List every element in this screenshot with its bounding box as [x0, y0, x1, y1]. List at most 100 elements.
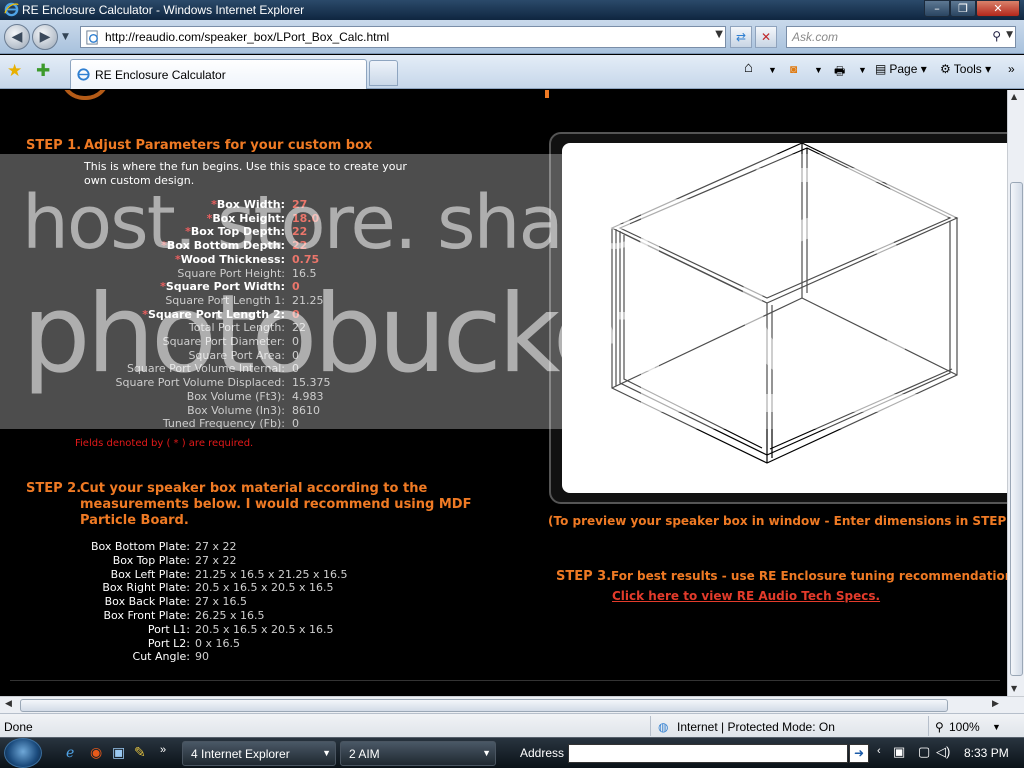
- back-button[interactable]: ◀: [4, 24, 30, 50]
- cut-label: Box Right Plate:: [102, 581, 190, 595]
- security-zone[interactable]: Internet | Protected Mode: On: [677, 720, 835, 734]
- step2-heading-line3: Particle Board.: [80, 513, 189, 528]
- command-bar: ★ ✚ RE Enclosure Calculator ⌂ ▼ ◙ ▼ 🖶 ▼ …: [0, 55, 1024, 89]
- required-note: Fields denoted by ( * ) are required.: [75, 438, 254, 449]
- scroll-up-icon[interactable]: ▲: [1011, 92, 1017, 101]
- watermark-tagline: host. store. share.: [22, 180, 656, 266]
- cut-label: Box Front Plate:: [103, 609, 190, 622]
- cut-value: 20.5 x 16.5 x 20.5 x 16.5: [195, 581, 334, 595]
- tray-expand-icon[interactable]: ‹: [877, 745, 881, 757]
- tray-network-icon[interactable]: ▣: [893, 744, 905, 760]
- taskbar-address-label: Address: [520, 746, 565, 760]
- status-divider: [650, 716, 651, 736]
- search-dropdown-icon[interactable]: ▼: [1006, 30, 1013, 40]
- add-favorite-icon[interactable]: ✚: [36, 61, 50, 81]
- page-menu[interactable]: ▤ Page ▾: [875, 62, 927, 76]
- taskbar-go-icon[interactable]: ➜: [849, 744, 869, 763]
- forward-button[interactable]: ▶: [32, 24, 58, 50]
- footer-divider: [10, 680, 1000, 681]
- maximize-button[interactable]: ❐: [950, 0, 976, 17]
- cut-row: Box Front Plate: 26.25 x 16.5: [0, 609, 400, 623]
- cut-value: 90: [195, 650, 209, 664]
- taskbar-ie-dropdown-icon: ▼: [322, 748, 331, 758]
- horizontal-scrollbar[interactable]: ◀ ▶: [0, 696, 1024, 713]
- page-menu-label: Page: [889, 62, 918, 76]
- cut-row: Port L1: 20.5 x 16.5 x 20.5 x 16.5: [0, 623, 400, 637]
- scroll-right-icon[interactable]: ▶: [992, 699, 999, 709]
- favorites-star-icon[interactable]: ★: [7, 61, 22, 81]
- zoom-level[interactable]: 100%: [949, 720, 980, 734]
- taskbar-address-input[interactable]: [568, 744, 848, 763]
- step3-heading: For best results - use RE Enclosure tuni…: [611, 569, 1007, 583]
- cut-row: Box Left Plate: 21.25 x 16.5 x 21.25 x 16…: [0, 568, 400, 582]
- orange-marker: [545, 90, 549, 98]
- window-title: RE Enclosure Calculator - Windows Intern…: [22, 3, 305, 17]
- cut-value: 27 x 22: [195, 553, 237, 567]
- internet-explorer-icon: [4, 2, 19, 17]
- print-icon[interactable]: 🖶: [834, 62, 845, 83]
- new-tab-button[interactable]: [369, 60, 398, 86]
- cut-label: Box Left Plate:: [110, 567, 190, 581]
- vertical-scrollbar[interactable]: ▲ ▼: [1007, 90, 1024, 696]
- vertical-scroll-thumb[interactable]: [1010, 182, 1023, 676]
- taskbar-aim-group[interactable]: 2 AIM ▼: [340, 741, 496, 766]
- url-text[interactable]: http://reaudio.com/speaker_box/LPort_Box…: [105, 30, 389, 44]
- print-dropdown-icon[interactable]: ▼: [858, 65, 867, 75]
- cut-value: 21.25 x 16.5 x 21.25 x 16.5: [195, 567, 348, 581]
- taskbar-ie-group[interactable]: 4 Internet Explorer ▼: [182, 741, 336, 766]
- status-divider: [928, 716, 929, 736]
- quicklaunch-more-icon[interactable]: »: [160, 744, 166, 756]
- scroll-down-icon[interactable]: ▼: [1011, 684, 1017, 693]
- search-placeholder: Ask.com: [792, 30, 839, 44]
- show-desktop-icon[interactable]: ▣: [112, 744, 125, 761]
- refresh-icon[interactable]: ⇄: [730, 26, 752, 48]
- tab-page-icon: [77, 68, 90, 81]
- gear-icon: ⚙: [940, 62, 951, 76]
- step2-number: STEP 2.: [26, 481, 82, 496]
- tray-volume-icon[interactable]: ◁): [936, 744, 950, 760]
- recent-pages-dropdown-icon[interactable]: ▼: [62, 32, 69, 42]
- cut-row: Cut Angle: 90: [0, 650, 400, 664]
- horizontal-scroll-thumb[interactable]: [20, 699, 948, 712]
- search-icon[interactable]: ⚲: [992, 29, 1001, 43]
- zoom-dropdown-icon[interactable]: ▼: [992, 722, 1001, 732]
- minimize-button[interactable]: –: [924, 0, 950, 17]
- tab-label: RE Enclosure Calculator: [95, 68, 226, 82]
- tools-menu[interactable]: ⚙ Tools ▾: [940, 62, 991, 76]
- quicklaunch-ie-icon[interactable]: ℯ: [66, 744, 74, 761]
- watermark-band: host. store. share. photobucket: [0, 154, 1024, 429]
- cut-list: Box Bottom Plate: 27 x 22 Box Top Plate: 27…: [0, 540, 420, 670]
- quicklaunch-tool-icon[interactable]: ✎: [134, 744, 146, 761]
- cut-label: Cut Angle:: [132, 650, 190, 664]
- cut-value: 27 x 22: [195, 540, 237, 553]
- start-button[interactable]: [4, 738, 42, 768]
- globe-icon: ◍: [658, 720, 669, 734]
- re-logo: [60, 90, 110, 100]
- camera-icon: [641, 168, 1004, 412]
- scroll-left-icon[interactable]: ◀: [5, 699, 12, 709]
- cut-label: Box Bottom Plate:: [90, 540, 190, 553]
- cut-value: 26.25 x 16.5: [195, 609, 265, 622]
- feeds-icon[interactable]: ◙: [790, 62, 797, 76]
- chevron-right-icon[interactable]: »: [1008, 62, 1015, 76]
- home-icon[interactable]: ⌂: [744, 59, 753, 76]
- step1-number: STEP 1.: [26, 138, 82, 153]
- address-dropdown-icon[interactable]: ▼: [715, 29, 723, 40]
- cut-value: 0 x 16.5: [195, 636, 240, 650]
- zoom-icon: ⚲: [935, 720, 944, 734]
- home-dropdown-icon[interactable]: ▼: [768, 65, 777, 75]
- close-button[interactable]: ✕: [976, 0, 1020, 17]
- watermark-logo-text: photobucket: [22, 272, 657, 397]
- feeds-dropdown-icon[interactable]: ▼: [814, 65, 823, 75]
- tech-specs-link[interactable]: Click here to view RE Audio Tech Specs.: [612, 589, 880, 603]
- quicklaunch-app-icon[interactable]: ◉: [90, 744, 102, 761]
- navigation-bar: ◀ ▶ ▼ http://reaudio.com/speaker_box/LPo…: [0, 20, 1024, 54]
- tray-monitor-icon[interactable]: ▢: [918, 744, 930, 760]
- address-bar[interactable]: http://reaudio.com/speaker_box/LPort_Box…: [80, 26, 726, 48]
- search-input[interactable]: Ask.com ⚲ ▼: [786, 26, 1016, 48]
- tab-re-enclosure-calculator[interactable]: RE Enclosure Calculator: [70, 59, 367, 89]
- page-menu-icon: ▤: [875, 62, 887, 76]
- taskbar-clock[interactable]: 8:33 PM: [964, 746, 1009, 760]
- cut-row: Box Back Plate: 27 x 16.5: [0, 595, 400, 609]
- stop-icon[interactable]: ✕: [755, 26, 777, 48]
